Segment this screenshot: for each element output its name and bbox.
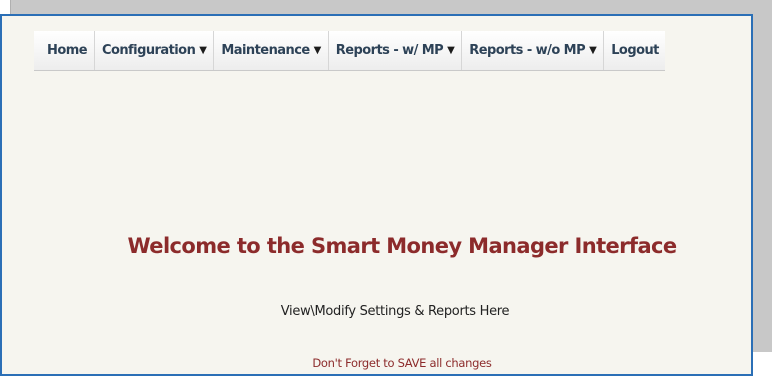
nav-item-label: Maintenance [221,43,310,58]
nav-item-label: Configuration [101,43,196,58]
nav-item-maintenance[interactable]: Maintenance ▼ [214,31,329,70]
nav-item-reports-with-mp[interactable]: Reports - w/ MP ▼ [329,31,463,70]
save-reminder-text: Don't Forget to SAVE all changes [312,356,492,370]
nav-item-label: Logout [611,43,659,58]
nav-item-label: Reports - w/o MP [469,43,586,58]
caret-down-icon: ▼ [589,45,597,56]
subtitle-text: View\Modify Settings & Reports Here [280,304,510,319]
nav-item-home[interactable]: Home [34,31,95,70]
nav-item-logout[interactable]: Logout [604,31,665,70]
navigation-menu: Home Configuration ▼ Maintenance ▼ Repor… [34,31,665,71]
caret-down-icon: ▼ [199,45,207,56]
welcome-heading: Welcome to the Smart Money Manager Inter… [127,234,677,258]
main-window: Home Configuration ▼ Maintenance ▼ Repor… [0,14,753,376]
nav-item-label: Reports - w/ MP [335,43,444,58]
nav-item-label: Home [47,43,88,58]
caret-down-icon: ▼ [313,45,322,56]
caret-down-icon: ▼ [447,45,455,56]
nav-item-reports-without-mp[interactable]: Reports - w/o MP ▼ [462,31,605,70]
nav-item-configuration[interactable]: Configuration ▼ [95,31,215,70]
